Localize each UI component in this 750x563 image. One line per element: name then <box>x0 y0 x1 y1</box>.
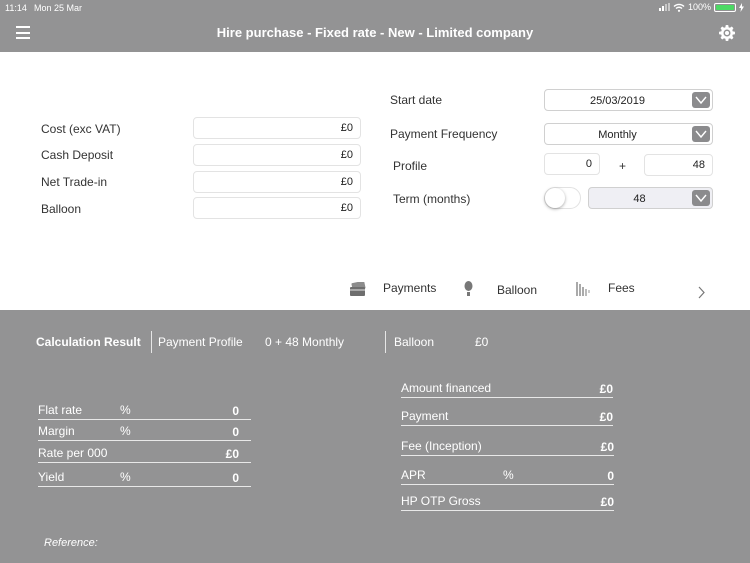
profile-upfront-field[interactable]: 0 <box>544 153 600 175</box>
profile-plus: + <box>619 159 627 173</box>
card-icon <box>350 282 366 296</box>
tab-fees-label: Fees <box>608 281 635 295</box>
profile-regular-field[interactable]: 48 <box>644 154 713 176</box>
payment-profile-label: Payment Profile <box>158 335 243 349</box>
balloon-label: Balloon <box>41 202 82 216</box>
term-label: Term (months) <box>393 192 471 206</box>
payment-profile-value: 0 + 48 Monthly <box>265 335 345 349</box>
tab-balloon-label: Balloon <box>497 283 538 297</box>
profile-label: Profile <box>393 159 428 173</box>
results-panel: Calculation Result Payment Profile 0 + 4… <box>0 310 750 563</box>
term-value: 48 <box>633 193 646 205</box>
result-row-yield: Yield % 0 <box>38 467 251 487</box>
status-time: 11:14 <box>5 3 27 13</box>
status-date: Mon 25 Mar <box>34 3 83 13</box>
term-select[interactable]: 48 <box>588 187 713 209</box>
start-date-label: Start date <box>390 93 443 107</box>
net-trade-in-field[interactable]: £0 <box>193 171 361 193</box>
results-title: Calculation Result <box>36 335 141 349</box>
cash-deposit-label: Cash Deposit <box>41 148 114 162</box>
page-title: Hire purchase - Fixed rate - New - Limit… <box>216 25 534 40</box>
result-row-payment: Payment £0 <box>401 406 613 426</box>
chevron-down-icon[interactable] <box>692 92 710 108</box>
start-date-value: 25/03/2019 <box>589 95 646 107</box>
tab-payments-label: Payments <box>383 281 437 295</box>
chevron-down-icon[interactable] <box>692 126 710 142</box>
cash-deposit-field[interactable]: £0 <box>193 144 361 166</box>
wifi-icon <box>673 3 685 12</box>
start-date-select[interactable]: 25/03/2019 <box>544 89 713 111</box>
status-bar: 11:14 Mon 25 Mar 100% <box>0 0 750 16</box>
status-right: 100% <box>658 2 744 12</box>
battery-percent: 100% <box>687 2 711 12</box>
result-row-amount-financed: Amount financed £0 <box>401 378 613 398</box>
result-balloon-label: Balloon <box>394 335 435 349</box>
result-row-flat-rate: Flat rate % 0 <box>38 400 251 420</box>
charging-icon <box>739 2 744 12</box>
divider <box>385 331 386 353</box>
term-toggle[interactable] <box>544 187 581 209</box>
result-row-fee-inception: Fee (Inception) £0 <box>401 436 614 456</box>
divider <box>151 331 152 353</box>
result-balloon-value: £0 <box>475 335 489 349</box>
cost-field[interactable]: £0 <box>193 117 361 139</box>
fees-icon <box>576 282 590 296</box>
gear-icon[interactable] <box>718 24 736 42</box>
chevron-down-icon[interactable] <box>692 190 710 206</box>
cellular-signal-icon <box>658 3 670 11</box>
result-row-apr: APR % 0 <box>401 465 614 485</box>
payment-frequency-value: Monthly <box>598 129 637 141</box>
net-trade-in-label: Net Trade-in <box>41 175 108 189</box>
payment-frequency-label: Payment Frequency <box>390 127 498 141</box>
payment-frequency-select[interactable]: Monthly <box>544 123 713 145</box>
balloon-icon <box>464 281 473 296</box>
result-row-hp-otp-gross: HP OTP Gross £0 <box>401 491 614 511</box>
reference-label: Reference: <box>44 537 98 549</box>
battery-icon <box>714 2 736 12</box>
balloon-field[interactable]: £0 <box>193 197 361 219</box>
cost-label: Cost (exc VAT) <box>41 122 121 136</box>
result-row-margin: Margin % 0 <box>38 421 251 441</box>
result-row-rate-per-000: Rate per 000 £0 <box>38 443 251 463</box>
nav-bar: Hire purchase - Fixed rate - New - Limit… <box>0 16 750 52</box>
tab-bar: Payments Balloon Fees <box>0 270 750 310</box>
chevron-right-icon[interactable] <box>697 286 706 299</box>
